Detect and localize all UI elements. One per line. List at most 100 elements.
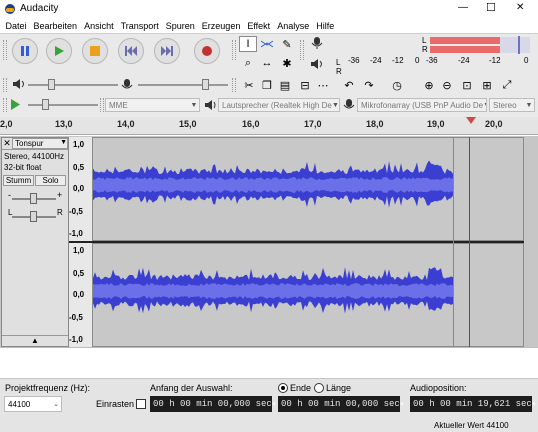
skip-start-icon — [125, 46, 137, 56]
audio-position-time[interactable]: 00 h 00 min 19,621 sec ▾ — [410, 396, 536, 412]
selection-start-label: Anfang der Auswahl: — [150, 383, 233, 393]
mute-button[interactable]: Stumm — [3, 175, 34, 186]
track-name-button[interactable]: Tonspur ▼ — [12, 138, 68, 149]
menu-ansicht[interactable]: Ansicht — [81, 21, 118, 31]
selection-tool-icon[interactable]: I — [239, 36, 257, 52]
gain-plus-label: + — [57, 190, 63, 200]
minimize-button[interactable]: — — [458, 2, 468, 13]
playhead-marker-icon[interactable] — [466, 117, 476, 127]
menu-bearbeiten[interactable]: Bearbeiten — [30, 21, 81, 31]
menu-transport[interactable]: Transport — [117, 21, 162, 31]
timeline-ruler[interactable]: 2,0 13,0 14,0 15,0 16,0 17,0 18,0 19,0 2… — [0, 117, 538, 135]
menu-datei[interactable]: Datei — [2, 21, 30, 31]
toolbar-grip[interactable] — [3, 40, 7, 60]
chevron-down-icon: ▼ — [525, 101, 533, 109]
timeshift-tool-icon[interactable]: ↔ — [258, 55, 276, 71]
snap-checkbox[interactable] — [136, 399, 146, 409]
ruler-tick: 17,0 — [304, 119, 322, 129]
ruler-tick: 20,0 — [485, 119, 503, 129]
menu-analyse[interactable]: Analyse — [274, 21, 313, 31]
chevron-down-icon: ▾ — [531, 400, 537, 409]
silence-icon[interactable]: ⋯ — [314, 77, 332, 93]
zoom-tool-icon[interactable]: ⌕ — [239, 55, 257, 71]
menu-effekt[interactable]: Effekt — [244, 21, 274, 31]
ruler-tick: 2,0 — [0, 119, 13, 129]
toolbar-grip[interactable] — [232, 40, 236, 60]
end-radio[interactable] — [278, 383, 288, 393]
length-radio[interactable] — [314, 383, 324, 393]
playback-meter-icon[interactable] — [310, 58, 324, 72]
skip-end-icon — [161, 46, 173, 56]
solo-button[interactable]: Solo — [35, 175, 66, 186]
play-speed-thumb[interactable] — [42, 99, 49, 110]
toolbar-grip[interactable] — [100, 98, 104, 112]
fit-project-icon[interactable]: ⊞ — [478, 77, 496, 93]
selection-start-time[interactable]: 00 h 00 min 00,000 sec ▾ — [150, 396, 276, 412]
project-rate-select[interactable]: 44100 ⌄ — [4, 396, 62, 412]
menu-spuren[interactable]: Spuren — [162, 21, 198, 31]
vertical-scale-top: 1,0 0,5 0,0 -0,5 -1,0 — [69, 137, 92, 241]
toolbar-grip[interactable] — [300, 40, 304, 60]
selection-toolbar: Projektfrequenz (Hz): 44100 ⌄ Einrasten A… — [0, 378, 538, 432]
pause-icon — [21, 46, 29, 56]
record-volume-thumb[interactable] — [202, 79, 209, 90]
record-volume-slider[interactable] — [138, 84, 228, 86]
waveform-channel-right[interactable] — [92, 243, 524, 347]
trim-icon[interactable]: ⊟ — [296, 77, 314, 93]
envelope-tool-icon[interactable] — [258, 36, 276, 52]
playback-device-select[interactable]: Lautsprecher (Realtek High De ▼ — [218, 98, 340, 112]
menu-bar: Datei Bearbeiten Ansicht Transport Spure… — [0, 18, 538, 33]
zoom-out-icon[interactable]: ⊖ — [438, 77, 456, 93]
gain-thumb[interactable] — [30, 193, 37, 204]
scale-label: -1,0 — [69, 335, 83, 344]
undo-icon[interactable]: ↶ — [340, 77, 358, 93]
channels-select[interactable]: Stereo ▼ — [489, 98, 535, 112]
meter-scale-top-36: -36 — [426, 56, 438, 65]
chevron-down-icon: ▼ — [331, 101, 339, 109]
play-speed-slider[interactable] — [28, 104, 98, 106]
pan-thumb[interactable] — [30, 211, 37, 222]
toolbar-grip[interactable] — [3, 98, 7, 112]
chevron-down-icon: ▾ — [399, 400, 405, 409]
pause-button[interactable] — [12, 38, 38, 64]
draw-tool-icon[interactable]: ✎ — [278, 36, 296, 52]
toolbar-grip[interactable] — [232, 78, 236, 92]
play-at-speed-icon[interactable] — [10, 99, 21, 112]
paste-icon[interactable]: ▤ — [276, 77, 294, 93]
recording-device-select[interactable]: Mikrofonarray (USB PnP Audio De▼ — [357, 98, 487, 112]
multi-tool-icon[interactable]: ✱ — [278, 55, 296, 71]
copy-icon[interactable]: ❐ — [258, 77, 276, 93]
redo-icon[interactable]: ↷ — [360, 77, 378, 93]
zoom-toggle-icon[interactable]: ⤢ — [498, 77, 516, 93]
chevron-down-icon: ⌄ — [53, 401, 59, 408]
stop-button[interactable] — [82, 38, 108, 64]
playback-volume-slider[interactable] — [28, 84, 118, 86]
menu-erzeugen[interactable]: Erzeugen — [198, 21, 244, 31]
ruler-tick: 19,0 — [427, 119, 445, 129]
maximize-button[interactable]: ☐ — [486, 1, 496, 14]
record-button[interactable] — [194, 38, 220, 64]
clip-end-line — [453, 137, 454, 347]
gain-minus-label: - — [8, 190, 11, 200]
end-radio-label: Ende — [290, 383, 312, 393]
record-meter-icon[interactable] — [310, 36, 324, 52]
track-info-format: 32-bit float — [4, 163, 42, 172]
chevron-down-icon: ▼ — [483, 102, 486, 109]
toolbar-grip[interactable] — [3, 78, 7, 92]
cut-icon[interactable]: ✂ — [240, 77, 258, 93]
close-track-icon[interactable]: ✕ — [2, 138, 12, 149]
menu-hilfe[interactable]: Hilfe — [313, 21, 338, 31]
selection-end-time[interactable]: 00 h 00 min 00,000 sec ▾ — [278, 396, 404, 412]
sync-lock-icon[interactable]: ◷ — [388, 77, 406, 93]
waveform-channel-left[interactable] — [92, 137, 524, 241]
fit-selection-icon[interactable]: ⊡ — [458, 77, 476, 93]
play-button[interactable] — [46, 38, 72, 64]
skip-start-button[interactable] — [118, 38, 144, 64]
close-button[interactable]: ✕ — [516, 2, 524, 13]
collapse-track-icon[interactable]: ▲ — [2, 335, 68, 346]
zoom-in-icon[interactable]: ⊕ — [420, 77, 438, 93]
playback-volume-thumb[interactable] — [48, 79, 55, 90]
skip-end-button[interactable] — [154, 38, 180, 64]
audio-host-select[interactable]: MME ▼ — [105, 98, 200, 112]
ruler-tick: 13,0 — [55, 119, 73, 129]
